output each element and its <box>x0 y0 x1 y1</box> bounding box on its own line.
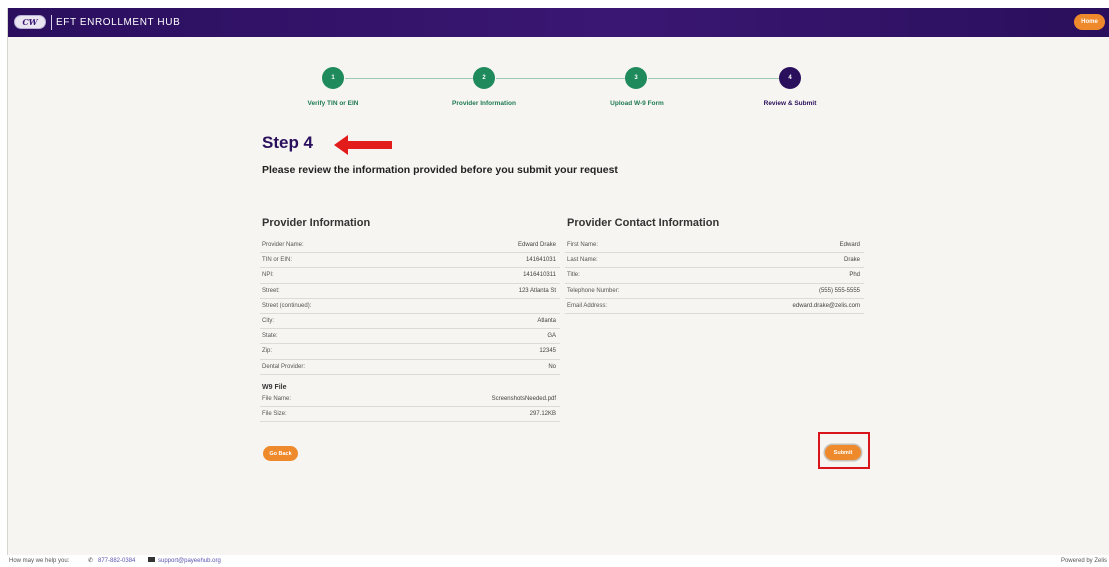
row-value: edward.drake@zelis.com <box>792 302 860 309</box>
table-row: Street: 123 Atlanta St <box>260 284 560 299</box>
w9-file-table: File Name: ScreenshotsNeeded.pdf File Siz… <box>260 392 560 423</box>
footer-phone-link[interactable]: 877-882-0384 <box>98 558 135 564</box>
row-value: (555) 555-5555 <box>818 287 860 294</box>
row-value: Atlanta <box>537 317 556 324</box>
row-label: Telephone Number: <box>567 287 620 294</box>
row-value: 123 Atlanta St <box>518 287 556 294</box>
table-row: Last Name: Drake <box>565 253 864 269</box>
row-value: 141641031 <box>525 257 556 264</box>
row-label: TIN or EIN: <box>262 257 293 264</box>
row-label: Provider Name: <box>262 242 304 248</box>
go-back-button[interactable]: Go Back <box>263 446 298 461</box>
row-label: Zip: <box>262 348 273 355</box>
row-value: Edward Drake <box>517 242 556 248</box>
row-label: Street (continued): <box>262 302 312 309</box>
row-label: File Size: <box>262 411 287 418</box>
submit-button[interactable]: Submit <box>825 445 861 460</box>
phone-icon: ✆ <box>88 558 94 564</box>
row-value: 297.12KB <box>529 411 556 418</box>
w9-file-title: W9 File <box>262 384 287 391</box>
page-title: Step 4 <box>262 133 314 152</box>
table-row: Telephone Number: (555) 555-5555 <box>565 284 864 299</box>
table-row: City: Atlanta <box>260 314 560 330</box>
row-label: City: <box>262 317 274 324</box>
footer: How may we help you: ✆ 877-882-0384 supp… <box>0 555 1109 567</box>
row-label: State: <box>262 333 278 340</box>
table-row: Provider Name: Edward Drake <box>260 238 560 254</box>
step-1-circle: 1 <box>322 67 344 89</box>
footer-powered-by: Powered by Zelis <box>1060 558 1107 564</box>
table-row: Zip: 12345 <box>260 344 560 360</box>
screen: CW EFT ENROLLMENT HUB Home 1 2 3 4 Verif… <box>0 0 1109 567</box>
step-4-label: Review & Submit <box>763 100 817 107</box>
provider-info-title: Provider Information <box>262 217 371 229</box>
contact-info-title: Provider Contact Information <box>567 217 720 229</box>
row-value: 1416410311 <box>523 272 556 279</box>
envelope-icon <box>148 557 155 562</box>
row-value: 12345 <box>539 348 556 355</box>
provider-info-table: Provider Name: Edward Drake TIN or EIN: 14… <box>260 238 560 375</box>
table-row: First Name: Edward <box>565 238 864 254</box>
page-subtitle: Please review the information provided b… <box>262 164 618 176</box>
row-label: File Name: <box>262 396 292 402</box>
table-row: Dental Provider: No <box>260 360 560 375</box>
footer-email-link[interactable]: support@payeehub.org <box>158 558 221 564</box>
row-label: Last Name: <box>567 257 598 264</box>
table-row: File Size: 297.12KB <box>260 407 560 423</box>
contact-info-table: First Name: Edward Last Name: Drake Title:… <box>565 238 864 314</box>
row-label: Email Address: <box>567 302 608 309</box>
table-row: NPI: 1416410311 <box>260 268 560 284</box>
progress-stepper: 1 2 3 4 Verify TIN or EIN Provider Infor… <box>8 8 1109 128</box>
table-row: State: GA <box>260 329 560 345</box>
table-row: Email Address: edward.drake@zelis.com <box>565 299 864 314</box>
table-row: File Name: ScreenshotsNeeded.pdf <box>260 392 560 408</box>
step-2-circle: 2 <box>473 67 495 89</box>
row-value: GA <box>547 333 556 340</box>
step-3-circle: 3 <box>625 67 647 89</box>
row-value: No <box>548 363 556 370</box>
row-value: Phd <box>849 272 860 279</box>
app-window: CW EFT ENROLLMENT HUB Home 1 2 3 4 Verif… <box>7 8 1109 555</box>
row-value: Drake <box>843 257 860 264</box>
step-1-label: Verify TIN or EIN <box>307 100 359 107</box>
step-connector <box>648 78 790 79</box>
table-row: TIN or EIN: 141641031 <box>260 253 560 269</box>
row-label: Dental Provider: <box>262 363 306 370</box>
table-row: Street (continued): <box>260 299 560 314</box>
row-label: Title: <box>567 272 580 279</box>
row-value: ScreenshotsNeeded.pdf <box>491 396 556 402</box>
red-arrow-annotation <box>334 135 392 155</box>
row-label: First Name: <box>567 242 599 248</box>
step-4-circle: 4 <box>779 67 801 89</box>
row-label: NPI: <box>262 272 274 279</box>
step-3-label: Upload W-9 Form <box>610 100 664 107</box>
row-value: Edward <box>839 242 860 248</box>
table-row: Title: Phd <box>565 268 864 284</box>
step-connector <box>496 78 636 79</box>
row-label: Street: <box>262 287 280 294</box>
step-connector <box>345 78 484 79</box>
step-2-label: Provider Information <box>452 100 516 107</box>
footer-help-text: How may we help you: <box>9 558 70 564</box>
